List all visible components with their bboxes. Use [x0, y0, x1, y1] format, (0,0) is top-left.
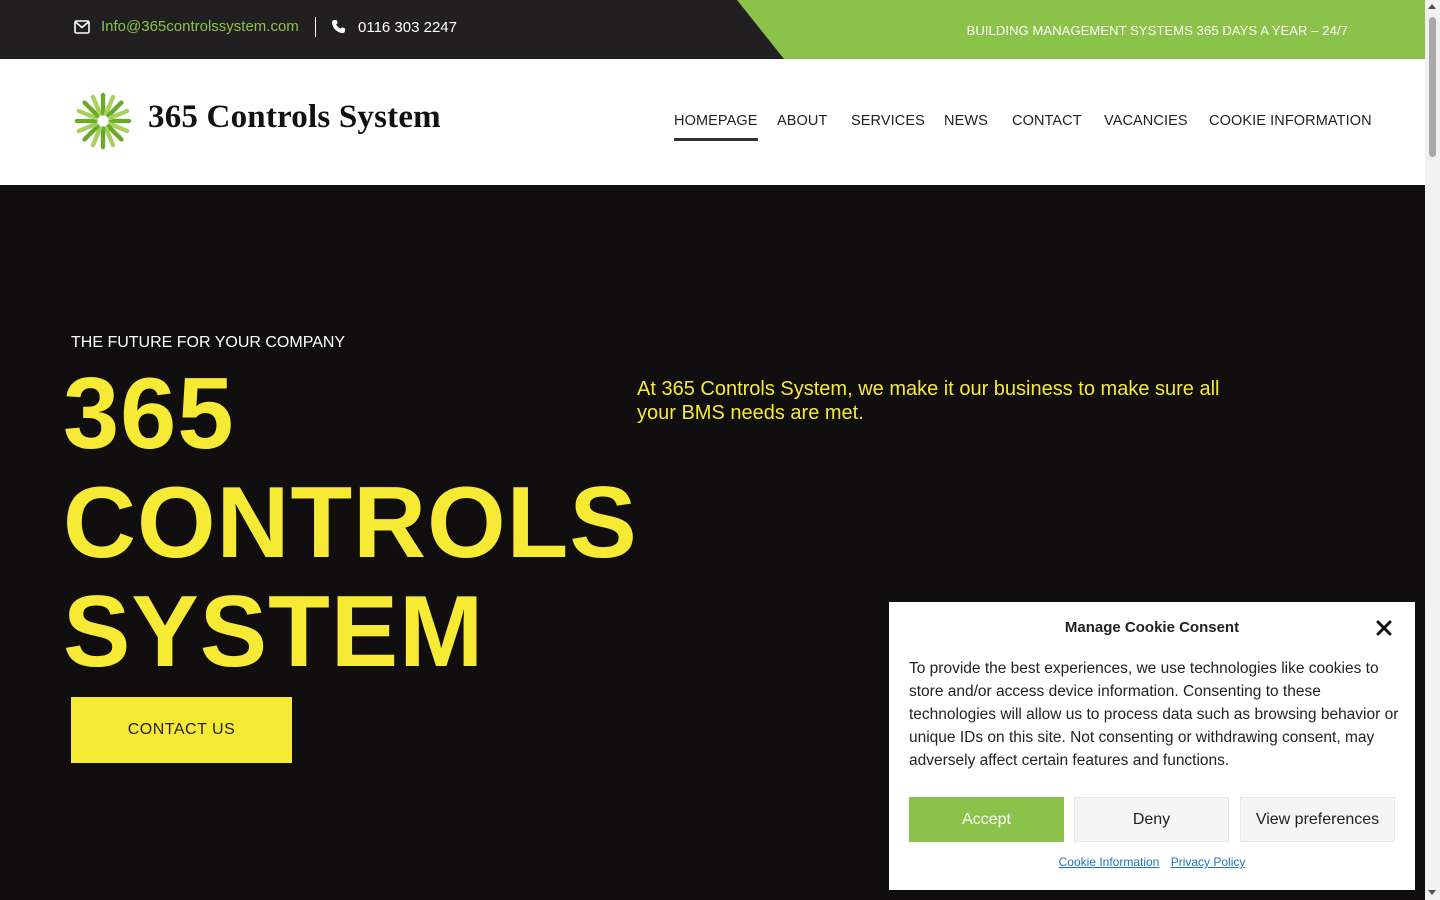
scrollbar-thumb[interactable] [1429, 17, 1436, 157]
hero-title-line: 365 [63, 358, 235, 470]
cookie-banner-links: Cookie Information Privacy Policy [889, 855, 1415, 869]
nav-vacancies[interactable]: VACANCIES [1104, 113, 1188, 129]
cookie-consent-banner: Manage Cookie Consent To provide the bes… [889, 602, 1415, 890]
accept-button[interactable]: Accept [909, 797, 1064, 842]
close-icon[interactable] [1375, 619, 1393, 637]
phone-icon [331, 19, 346, 34]
nav-services[interactable]: SERVICES [851, 113, 925, 129]
nav-cookie-information[interactable]: COOKIE INFORMATION [1209, 113, 1372, 129]
scroll-down-arrow-icon[interactable] [1428, 890, 1436, 895]
site-logo-text[interactable]: 365 Controls System [148, 99, 441, 136]
top-bar-divider [315, 17, 316, 37]
phone-number[interactable]: 0116 303 2247 [358, 19, 457, 36]
cookie-information-link[interactable]: Cookie Information [1059, 855, 1160, 869]
nav-homepage[interactable]: HOMEPAGE [674, 113, 758, 141]
hero-title: 365 CONTROLS SYSTEM [63, 360, 638, 687]
privacy-policy-link[interactable]: Privacy Policy [1171, 855, 1246, 869]
nav-contact[interactable]: CONTACT [1012, 113, 1082, 129]
contact-us-button[interactable]: CONTACT US [71, 697, 292, 763]
top-bar-tagline: BUILDING MANAGEMENT SYSTEMS 365 DAYS A Y… [966, 23, 1348, 38]
email-link[interactable]: Info@365controlssystem.com [101, 18, 299, 35]
hero-eyebrow: THE FUTURE FOR YOUR COMPANY [71, 334, 346, 351]
cookie-banner-title: Manage Cookie Consent [1064, 619, 1240, 636]
scroll-up-arrow-icon[interactable] [1428, 4, 1436, 9]
page-scrollbar[interactable] [1425, 0, 1440, 900]
hero-title-line: SYSTEM [63, 576, 485, 688]
nav-news[interactable]: NEWS [944, 113, 988, 129]
nav-about[interactable]: ABOUT [777, 113, 827, 129]
envelope-icon [74, 20, 90, 34]
deny-button[interactable]: Deny [1074, 797, 1229, 842]
view-preferences-button[interactable]: View preferences [1240, 797, 1395, 842]
site-header: 365 Controls System HOMEPAGE ABOUT SERVI… [0, 59, 1425, 185]
top-bar: Info@365controlssystem.com 0116 303 2247… [0, 0, 1425, 59]
cookie-banner-message: To provide the best experiences, we use … [909, 660, 1399, 769]
hero-description: At 365 Controls System, we make it our b… [637, 378, 1220, 424]
hero-title-line: CONTROLS [63, 467, 638, 579]
sunburst-logo-icon[interactable] [74, 92, 132, 150]
